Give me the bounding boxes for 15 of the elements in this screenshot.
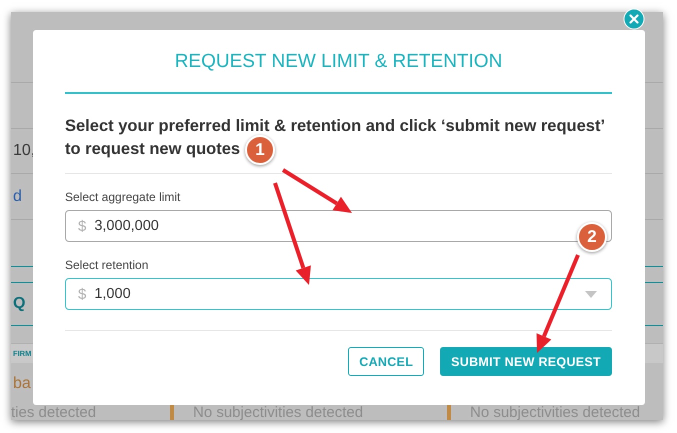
- background-text: Q: [13, 295, 26, 313]
- status-bar-marker: [170, 404, 174, 420]
- background-text: 10,: [13, 142, 36, 160]
- field-value: 1,000: [94, 286, 132, 302]
- status-bar-marker: [447, 404, 451, 420]
- dialog-title: REQUEST NEW LIMIT & RETENTION: [65, 30, 612, 94]
- currency-symbol: $: [78, 218, 86, 234]
- select-field[interactable]: $ 1,000: [65, 278, 612, 310]
- field-label: Select aggregate limit: [65, 190, 182, 204]
- field-value: 3,000,000: [94, 218, 160, 234]
- background-text: ba: [13, 374, 31, 392]
- currency-symbol: $: [78, 286, 86, 302]
- background-text: d: [13, 188, 22, 206]
- field-label: Select retention: [65, 258, 150, 272]
- close-icon[interactable]: [623, 8, 645, 30]
